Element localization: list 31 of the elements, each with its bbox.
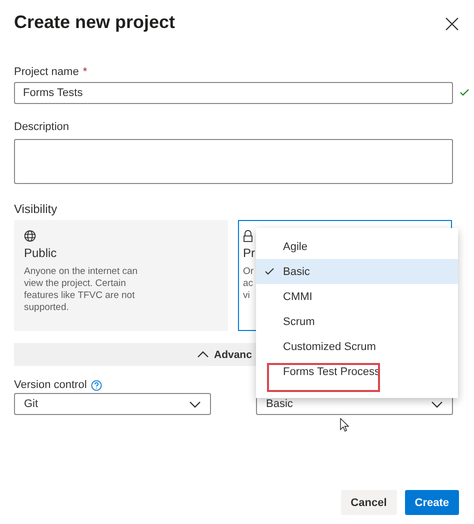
field-label: Description xyxy=(14,121,70,133)
chevron-down-icon xyxy=(189,400,201,408)
close-icon[interactable] xyxy=(445,17,459,31)
visibility-description: vi xyxy=(243,290,250,302)
required-mark: * xyxy=(82,66,88,78)
version-control-dropdown[interactable]: Git xyxy=(14,393,211,415)
description-field[interactable] xyxy=(14,139,453,184)
field-label: Version control xyxy=(14,379,87,391)
lock-icon xyxy=(243,230,253,242)
visibility-card[interactable]: Public Anyone on the internet can view the project. Certain features like TFVC are not supported. xyxy=(14,220,228,331)
chevron-down-icon xyxy=(431,400,443,408)
create-button[interactable]: Create xyxy=(404,490,459,515)
visibility-title: Public xyxy=(24,246,57,260)
menu-item[interactable]: Basic xyxy=(256,259,458,284)
menu-item[interactable]: CMMI xyxy=(256,284,458,309)
field-label: Project name xyxy=(14,66,79,78)
section-label: Visibility xyxy=(14,202,58,216)
menu-item[interactable]: Agile xyxy=(256,234,458,259)
menu-item[interactable]: Scrum xyxy=(256,309,458,334)
visibility-title: Pr xyxy=(243,246,255,260)
visibility-description: Anyone on the internet can view the project. Certain features like TFVC are not supported. xyxy=(24,266,139,314)
pointer-icon xyxy=(340,418,349,432)
check-icon xyxy=(265,268,274,275)
chevron-up-icon xyxy=(197,351,209,358)
visibility-description: ac xyxy=(243,278,254,290)
dialog-title: Create new project xyxy=(14,12,176,32)
help-icon[interactable] xyxy=(90,380,102,390)
project-name-field[interactable]: Forms Tests xyxy=(14,82,453,104)
globe-icon xyxy=(24,230,36,242)
cancel-button[interactable]: Cancel xyxy=(340,490,397,515)
visibility-description: Or xyxy=(243,266,254,278)
